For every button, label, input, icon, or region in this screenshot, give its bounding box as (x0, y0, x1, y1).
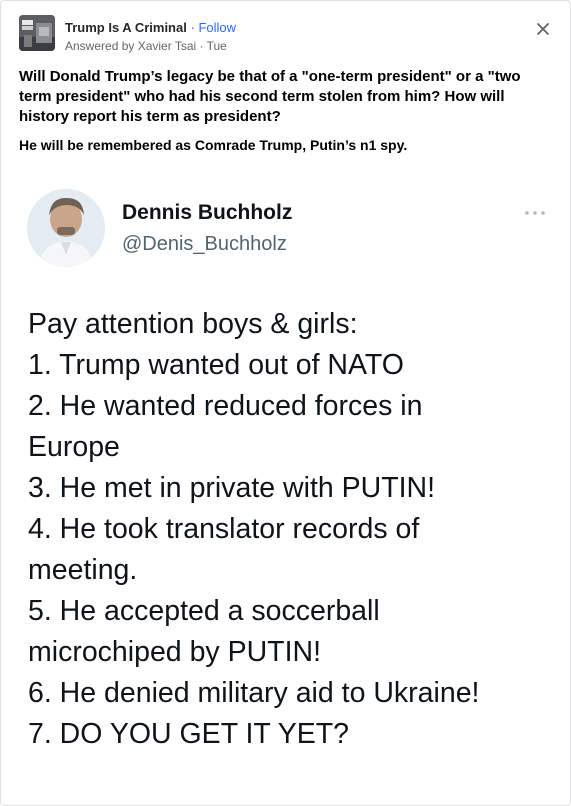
more-horizontal-icon (522, 205, 548, 215)
answer-text: He will be remembered as Comrade Trump, … (19, 137, 408, 153)
tweet-line: microchiped by PUTIN! (28, 636, 322, 668)
tweet-body: Pay attention boys & girls: 1. Trump wan… (28, 304, 558, 755)
tweet-line: 4. He took translator records of (28, 513, 420, 545)
tweet-line: 7. DO YOU GET IT YET? (28, 718, 350, 750)
tweet-screenshot: Dennis Buchholz @Denis_Buchholz Pay atte… (1, 169, 570, 805)
post-header: Trump Is A Criminal · Follow Answered by… (19, 15, 559, 59)
answered-by-meta[interactable]: Answered by Xavier Tsai · Tue (65, 39, 227, 53)
follow-button[interactable]: Follow (198, 20, 236, 35)
space-name-link[interactable]: Trump Is A Criminal (65, 20, 187, 35)
tweet-avatar (27, 189, 105, 267)
space-title-line: Trump Is A Criminal · Follow (65, 20, 236, 35)
tweet-line: Europe (28, 431, 120, 463)
tweet-line: 2. He wanted reduced forces in (28, 390, 423, 422)
tweet-line: meeting. (28, 554, 138, 586)
tweet-line: 1. Trump wanted out of NATO (28, 349, 404, 381)
tweet-line: 6. He denied military aid to Ukraine! (28, 677, 480, 709)
answer-card: Trump Is A Criminal · Follow Answered by… (0, 0, 571, 806)
close-icon[interactable] (533, 19, 553, 39)
tweet-line: 3. He met in private with PUTIN! (28, 472, 436, 504)
tweet-line: Pay attention boys & girls: (28, 308, 358, 340)
question-title[interactable]: Will Donald Trump’s legacy be that of a … (19, 67, 549, 127)
separator-dot: · (190, 20, 195, 35)
tweet-author-handle: @Denis_Buchholz (122, 233, 287, 255)
tweet-author-name: Dennis Buchholz (122, 201, 293, 224)
space-logo-icon[interactable] (19, 15, 55, 51)
tweet-line: 5. He accepted a soccerball (28, 595, 380, 627)
